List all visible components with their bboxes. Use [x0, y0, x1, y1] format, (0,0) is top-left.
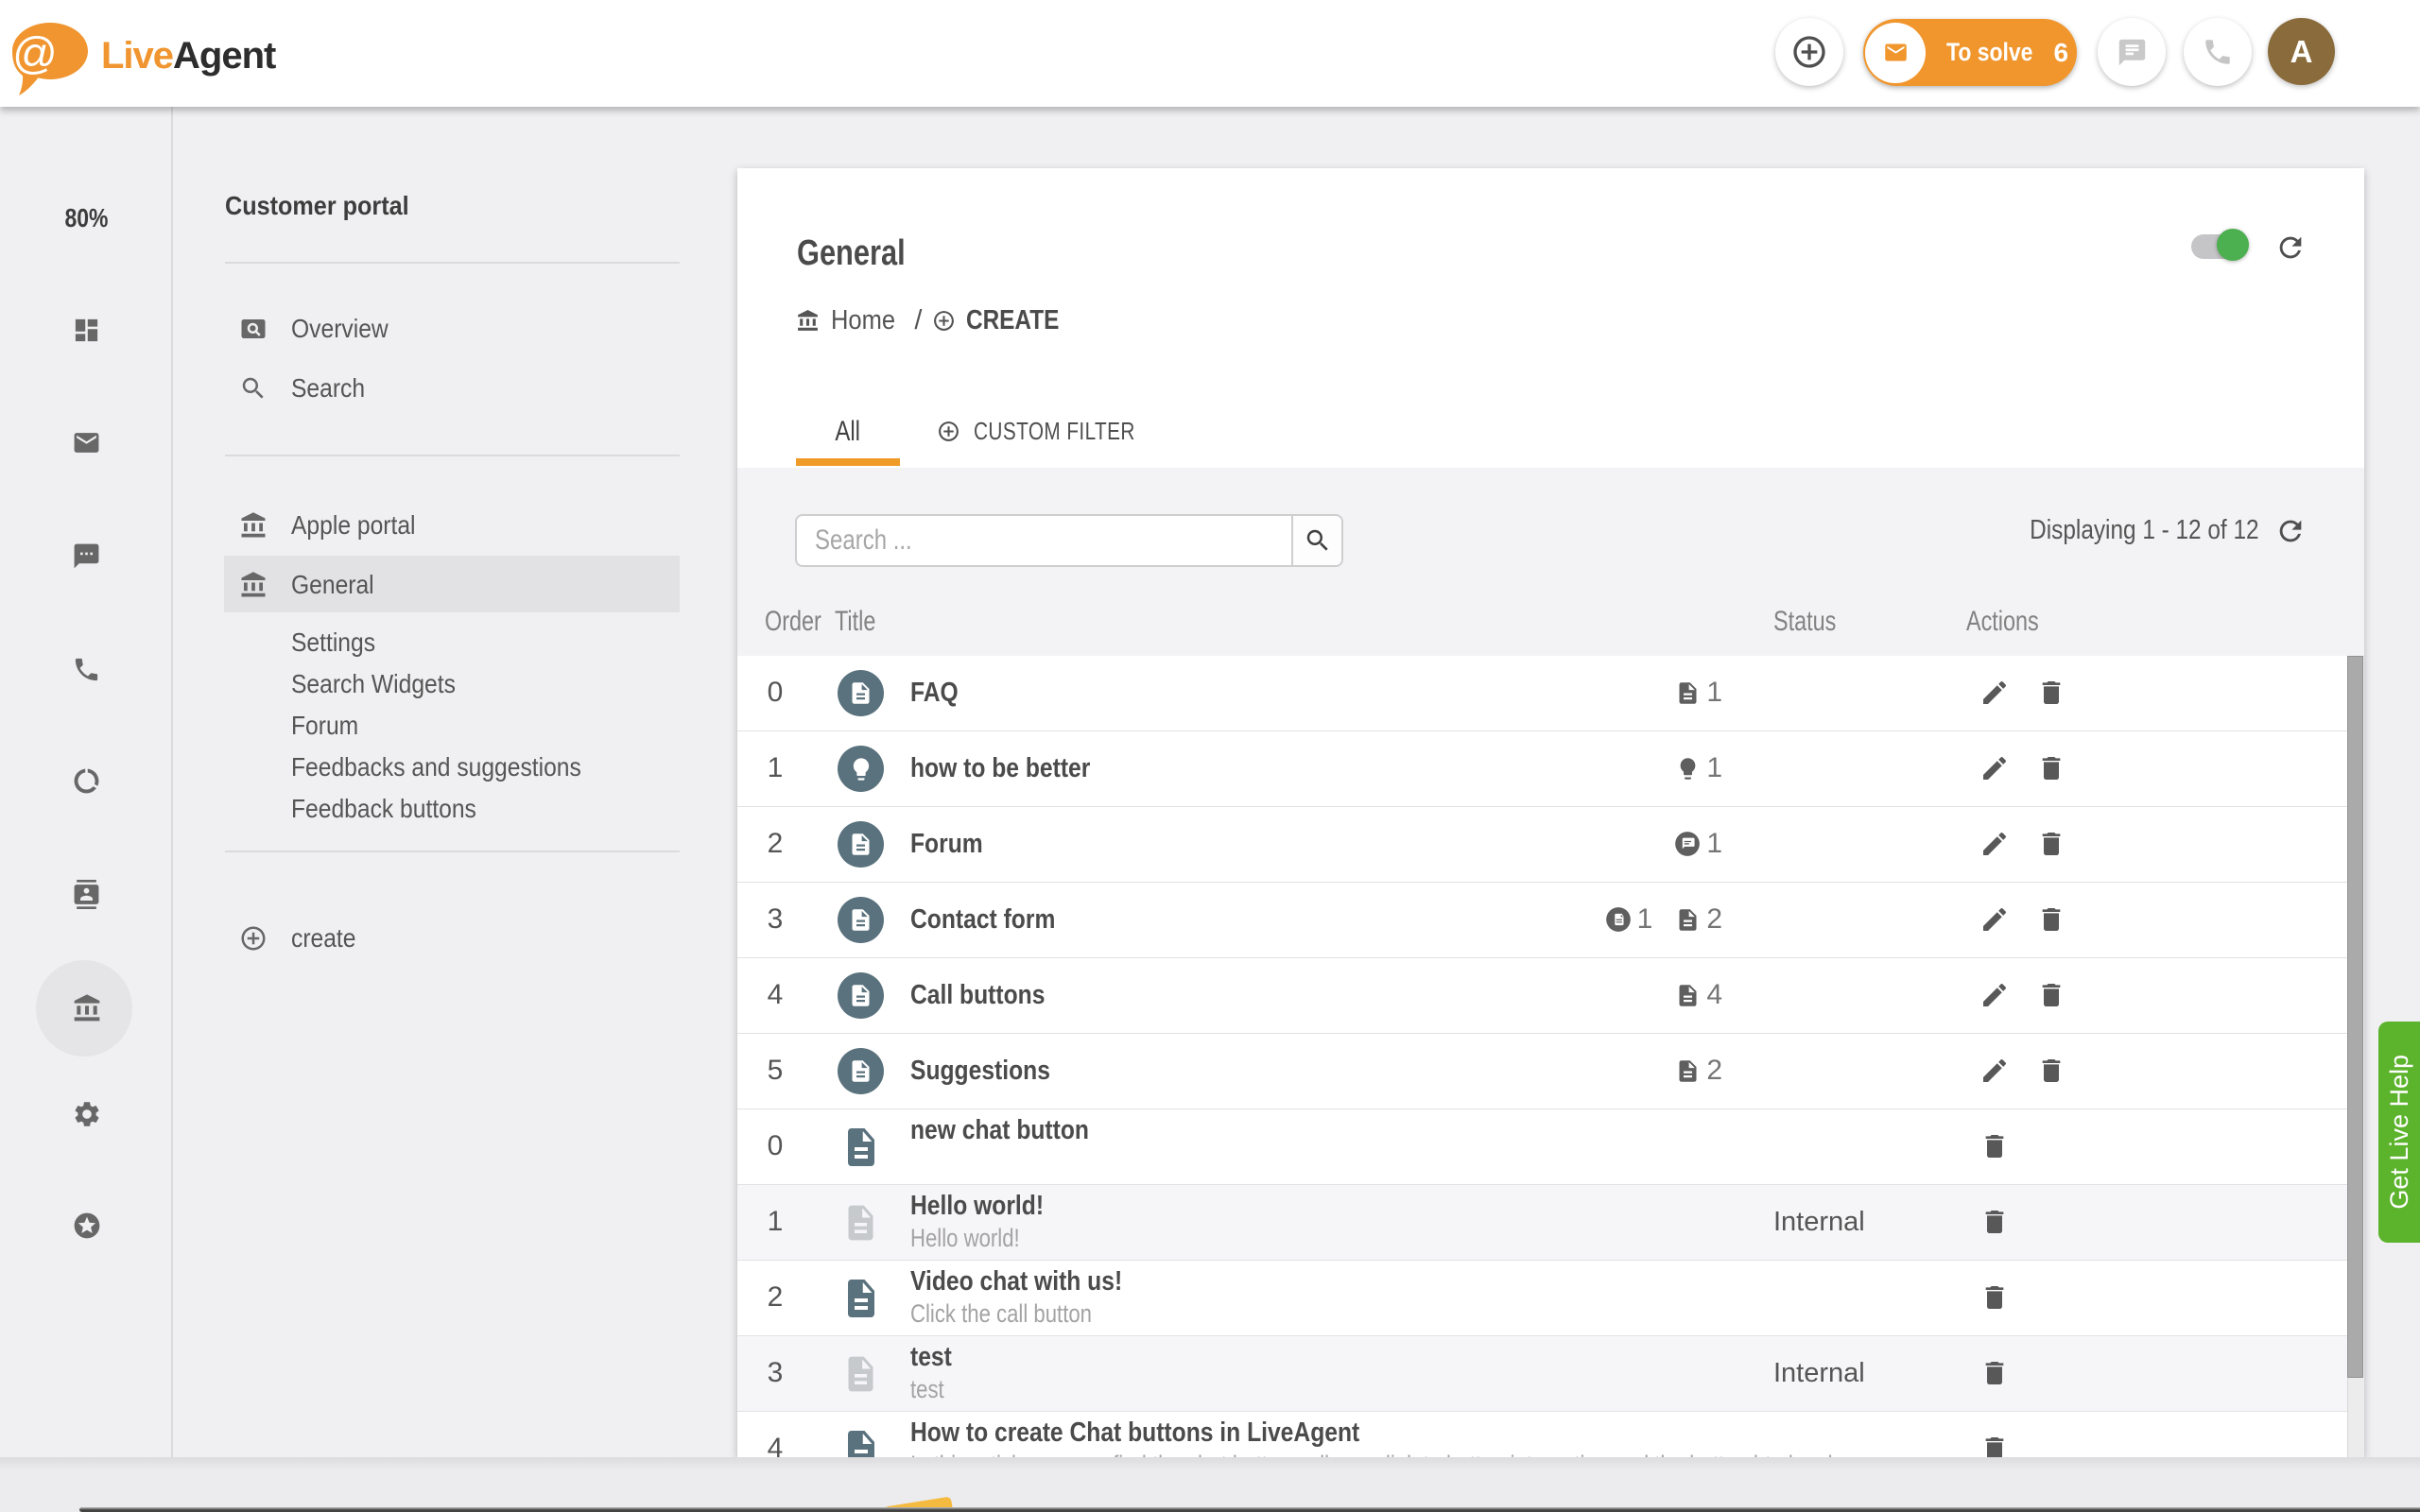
svg-text:@: @ [12, 28, 58, 78]
